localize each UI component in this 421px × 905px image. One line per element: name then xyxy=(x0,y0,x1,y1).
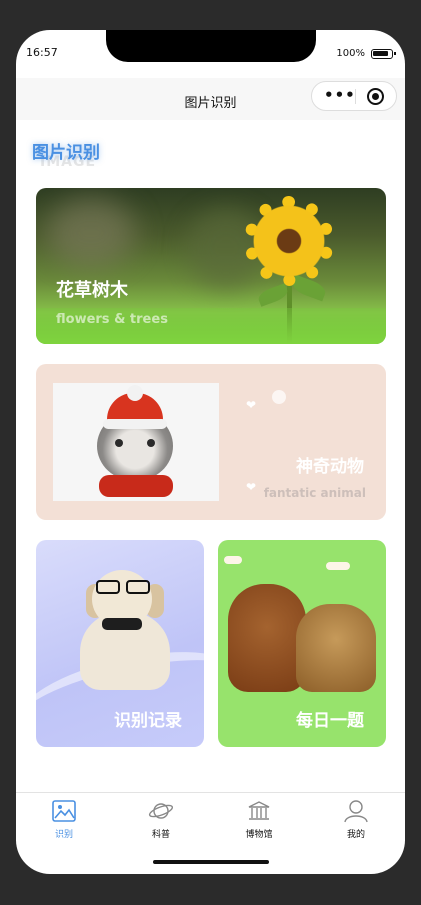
cat-eye xyxy=(147,439,155,447)
plants-card-subtitle: flowers & trees xyxy=(56,312,168,327)
notch xyxy=(106,30,316,62)
home-indicator xyxy=(153,860,269,864)
animals-card[interactable]: ❤ ❤ 神奇动物 fantatic animal xyxy=(36,364,386,520)
target-icon[interactable] xyxy=(367,88,384,105)
battery-percent: 100% xyxy=(336,48,365,59)
background-blur xyxy=(46,198,136,268)
status-time: 16:57 xyxy=(26,46,58,59)
tab-mine[interactable]: 我的 xyxy=(326,799,386,840)
glasses-lens xyxy=(126,580,150,594)
phone-screen: 16:57 100% 图片识别 ••• IMAGE 图片识别 花草树木 flow… xyxy=(16,30,405,874)
navigation-bar: 图片识别 ••• xyxy=(16,78,405,120)
cloud-icon xyxy=(326,562,350,570)
cat-image xyxy=(296,604,376,692)
tab-museum[interactable]: 博物馆 xyxy=(229,799,289,840)
glasses-lens xyxy=(96,580,120,594)
tab-label: 识别 xyxy=(54,830,73,840)
cloud-icon xyxy=(224,556,242,564)
tab-label: 博物馆 xyxy=(245,830,273,840)
leaf xyxy=(256,283,290,307)
heart-icon: ❤ xyxy=(246,480,257,494)
cat-image xyxy=(53,383,219,501)
records-card-title: 识别记录 xyxy=(114,711,182,731)
animals-card-subtitle: fantatic animal xyxy=(263,486,366,500)
tab-science[interactable]: 科普 xyxy=(131,799,191,840)
cat-hat-pom xyxy=(127,385,143,401)
bow-tie xyxy=(102,618,142,630)
tab-recognize[interactable]: 识别 xyxy=(34,799,94,840)
planet-icon xyxy=(148,799,174,823)
section-title: 图片识别 xyxy=(32,143,100,163)
sunflower-image xyxy=(248,200,330,282)
heart-icon: ❤ xyxy=(246,398,257,412)
more-dots-icon[interactable]: ••• xyxy=(324,88,356,103)
museum-icon xyxy=(246,799,272,823)
records-card[interactable]: 识别记录 xyxy=(36,540,204,747)
image-icon xyxy=(51,799,77,823)
tab-label: 科普 xyxy=(151,830,170,840)
tab-label: 我的 xyxy=(346,830,365,840)
cat-eye xyxy=(115,439,123,447)
status-bar-right: 100% xyxy=(336,48,396,59)
poodle-image xyxy=(228,584,306,692)
animals-card-title: 神奇动物 xyxy=(296,457,364,477)
tab-bar: 识别 科普 博物馆 我的 xyxy=(16,792,405,841)
cat-hat-band xyxy=(103,419,167,429)
plants-card[interactable]: 花草树木 flowers & trees xyxy=(36,188,386,344)
bubble-decoration xyxy=(272,390,286,404)
capsule-divider xyxy=(355,89,356,104)
user-icon xyxy=(343,799,369,823)
quiz-card[interactable]: 每日一题 xyxy=(218,540,386,747)
cat-scarf xyxy=(99,475,173,497)
plants-card-title: 花草树木 xyxy=(56,280,128,301)
mini-program-capsule: ••• xyxy=(311,81,397,111)
glasses-icon xyxy=(92,580,154,596)
quiz-card-title: 每日一题 xyxy=(296,711,364,731)
battery-icon xyxy=(371,48,396,59)
